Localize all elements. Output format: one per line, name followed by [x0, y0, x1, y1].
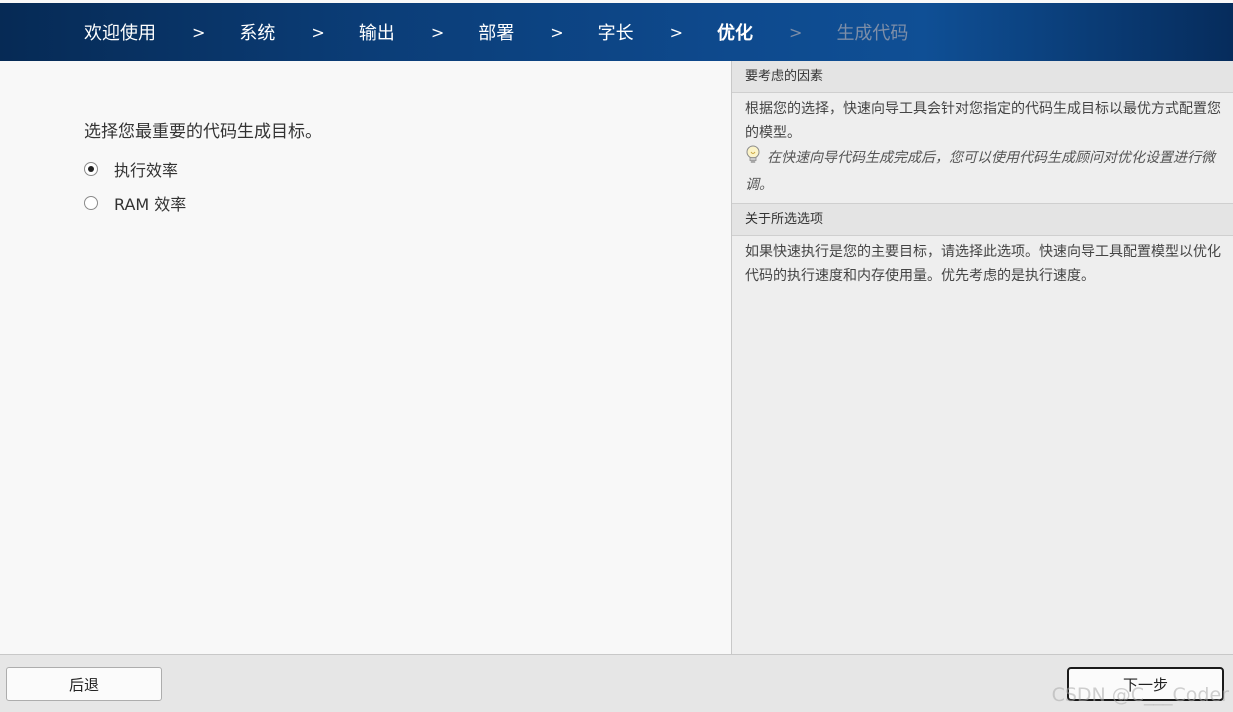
back-button[interactable]: 后退 — [6, 667, 162, 701]
breadcrumb-separator: > — [311, 22, 325, 42]
radio-button-selected[interactable] — [84, 162, 98, 176]
footer-bar: 后退 下一步 CSDN @C___Coder — [0, 654, 1233, 712]
factors-section-title: 要考虑的因素 — [732, 61, 1233, 93]
breadcrumb-step-system[interactable]: 系统 — [239, 19, 275, 45]
tip-text: 在快速向导代码生成完成后，您可以使用代码生成顾问对优化设置进行微调。 — [745, 150, 1215, 193]
breadcrumb-separator: > — [550, 22, 564, 42]
info-panel: 要考虑的因素 根据您的选择，快速向导工具会针对您指定的代码生成目标以最优方式配置… — [731, 61, 1233, 654]
breadcrumb-separator: > — [430, 22, 445, 42]
tip-row: 在快速向导代码生成完成后，您可以使用代码生成顾问对优化设置进行微调。 — [745, 145, 1227, 197]
breadcrumb-step-word-length[interactable]: 字长 — [598, 19, 634, 45]
breadcrumb-step-welcome[interactable]: 欢迎使用 — [84, 19, 156, 45]
breadcrumb-step-optimize[interactable]: 优化 — [717, 19, 753, 45]
breadcrumb: 欢迎使用 > 系统 > 输出 > 部署 > 字长 > 优化 > 生成代码 — [0, 3, 1233, 61]
factors-section-body: 根据您的选择，快速向导工具会针对您指定的代码生成目标以最优方式配置您的模型。 在… — [732, 93, 1233, 204]
option-ram-efficiency[interactable]: RAM 效率 — [84, 191, 186, 215]
breadcrumb-separator: > — [669, 22, 684, 42]
lightbulb-icon — [745, 145, 761, 173]
breadcrumb-step-output[interactable]: 输出 — [359, 19, 395, 45]
radio-button[interactable] — [84, 196, 98, 210]
breadcrumb-separator: > — [192, 22, 206, 42]
breadcrumb-step-deploy[interactable]: 部署 — [478, 19, 514, 45]
option-label: 执行效率 — [114, 161, 179, 180]
factors-text: 根据您的选择，快速向导工具会针对您指定的代码生成目标以最优方式配置您的模型。 — [745, 101, 1221, 141]
question-prompt: 选择您最重要的代码生成目标。 — [84, 122, 322, 142]
option-label: RAM 效率 — [114, 195, 187, 214]
next-button[interactable]: 下一步 — [1067, 667, 1224, 701]
option-execution-efficiency[interactable]: 执行效率 — [84, 157, 178, 181]
main-panel: 选择您最重要的代码生成目标。 执行效率 RAM 效率 — [0, 61, 731, 654]
breadcrumb-separator: > — [789, 22, 803, 42]
about-section-body: 如果快速执行是您的主要目标，请选择此选项。快速向导工具配置模型以优化代码的执行速… — [745, 244, 1221, 284]
about-section-title: 关于所选选项 — [732, 204, 1233, 236]
breadcrumb-step-generate-code: 生成代码 — [836, 23, 909, 44]
